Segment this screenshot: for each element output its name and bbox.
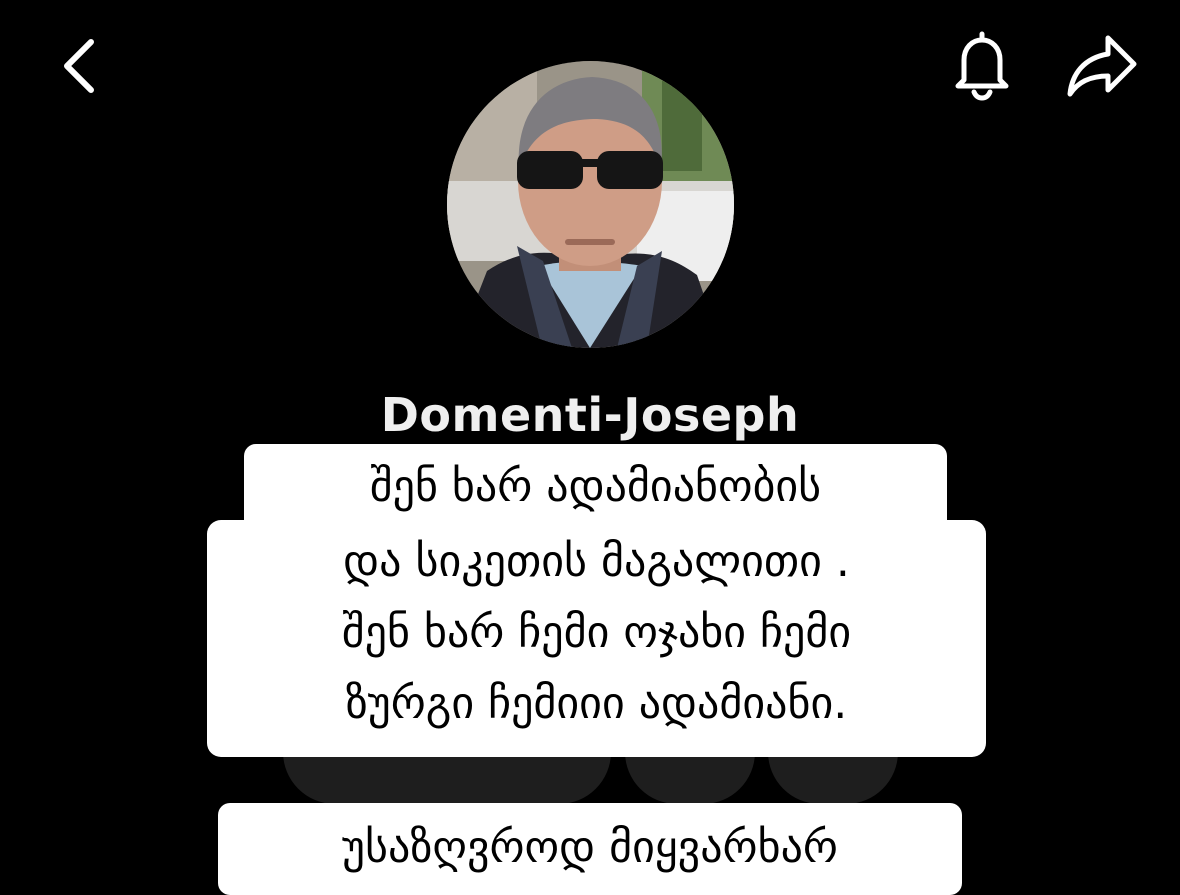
share-button[interactable] xyxy=(1060,30,1144,102)
profile-name: Domenti-Joseph xyxy=(380,388,800,442)
notifications-button[interactable] xyxy=(946,28,1018,104)
chevron-left-icon xyxy=(64,39,94,93)
caption-body: და სიკეთის მაგალითი . შენ ხარ ჩემი ოჯახი… xyxy=(207,520,986,757)
bell-icon xyxy=(955,31,1009,101)
back-button[interactable] xyxy=(50,34,108,98)
caption-secondary: უსაზღვროდ მიყვარხარ xyxy=(218,803,962,895)
share-arrow-icon xyxy=(1067,35,1137,97)
caption-line-3: შენ ხარ ჩემი ოჯახი ჩემი xyxy=(341,607,852,658)
caption-line-4: ზურგი ჩემიიი ადამიანი. xyxy=(345,678,848,729)
caption-line-1: შენ ხარ ადამიანობის xyxy=(244,444,947,522)
profile-avatar[interactable] xyxy=(447,61,734,348)
caption-line-2: და სიკეთის მაგალითი . xyxy=(343,536,850,587)
avatar-photo xyxy=(447,61,734,348)
